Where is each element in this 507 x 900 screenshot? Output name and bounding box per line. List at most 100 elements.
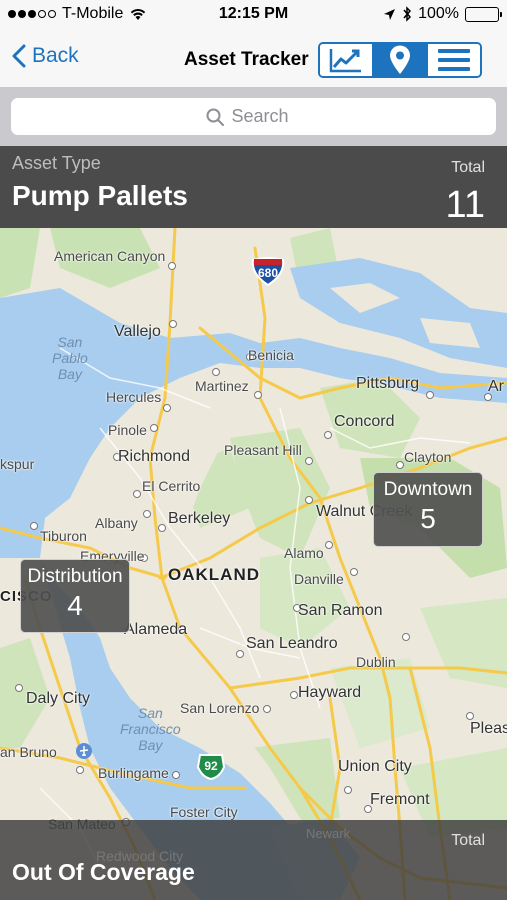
place-label: Daly City [26, 690, 91, 707]
route-92-shield: 92 [196, 752, 226, 785]
map-pin [212, 368, 220, 376]
place-label: Pinole [108, 422, 147, 438]
location-arrow-icon [384, 8, 396, 20]
map-pin [402, 633, 410, 641]
cluster-distribution[interactable]: Distribution 4 [20, 559, 130, 633]
place-label: Richmond [118, 448, 191, 465]
map-pin [263, 705, 271, 713]
cluster-count: 4 [67, 590, 83, 621]
location-pin-icon [390, 45, 410, 74]
place-label: Martinez [195, 378, 249, 394]
place-label: Pleasant Hill [224, 442, 302, 458]
cluster-name: Distribution [27, 566, 123, 587]
place-label: American Canyon [54, 248, 166, 264]
map-pin [305, 457, 313, 465]
place-label: Benicia [248, 347, 294, 363]
water-label-san-pablo-bay: San Pablo Bay [52, 334, 88, 382]
place-label: San Lorenzo [180, 700, 260, 716]
view-segmented-control [318, 42, 482, 78]
map-pin [466, 712, 474, 720]
map-pin [158, 524, 166, 532]
back-button[interactable]: Back [12, 44, 79, 68]
chart-view-segment[interactable] [320, 44, 374, 76]
map-pin [325, 541, 333, 549]
place-label: Fremont [370, 791, 430, 808]
asset-type-header: Asset Type Pump Pallets Total 11 [0, 146, 507, 228]
out-of-coverage-total-label: Total [451, 832, 485, 849]
status-right-group: 100% [383, 5, 502, 23]
map-pin [163, 404, 171, 412]
map-pin [169, 320, 177, 328]
asset-type-label: Asset Type [12, 153, 101, 173]
place-label: Pleasant [470, 720, 507, 737]
cluster-downtown[interactable]: Downtown 5 [373, 472, 483, 547]
place-label: Vallejo [114, 323, 161, 340]
map-pin [254, 391, 262, 399]
list-view-segment[interactable] [426, 44, 480, 76]
airport-icon [76, 743, 92, 759]
place-label: Alameda [124, 621, 188, 638]
place-label: Albany [95, 515, 138, 531]
out-of-coverage-label: Out Of Coverage [12, 859, 195, 885]
place-label: San Ramon [298, 602, 383, 619]
place-label: Foster City [170, 804, 238, 820]
map-pin [426, 391, 434, 399]
shield-number: 92 [204, 759, 218, 773]
place-label: kspur [0, 456, 35, 472]
place-label: Alamo [284, 545, 324, 561]
place-label: El Cerrito [142, 478, 201, 494]
place-label: an Bruno [0, 744, 57, 760]
map-pin [133, 490, 141, 498]
place-label: Pittsburg [356, 375, 420, 392]
place-label: San Leandro [246, 635, 338, 652]
map-pin [350, 568, 358, 576]
search-icon [206, 108, 224, 126]
map-pin [76, 766, 84, 774]
map-pin [324, 431, 332, 439]
asset-map[interactable]: American Canyon Vallejo Benicia Martinez… [0, 228, 507, 900]
map-pin [143, 510, 151, 518]
navigation-bar: Back Asset Tracker [0, 30, 507, 88]
chart-icon [329, 49, 361, 73]
map-pin [172, 771, 180, 779]
map-view-segment[interactable] [374, 44, 426, 76]
place-label: Clayton [404, 449, 452, 465]
battery-percent: 100% [418, 5, 459, 22]
back-label: Back [32, 44, 79, 67]
cluster-count: 5 [420, 503, 436, 534]
place-label: Ar [488, 378, 504, 395]
chevron-left-icon [12, 44, 26, 68]
place-label-oakland: OAKLAND [168, 565, 260, 584]
map-pin [344, 786, 352, 794]
search-field[interactable] [11, 98, 496, 135]
map-pin [30, 522, 38, 530]
search-input[interactable] [231, 106, 302, 127]
map-pin [168, 262, 176, 270]
place-label: Hayward [298, 684, 362, 701]
battery-icon [465, 6, 502, 22]
place-label: Tiburon [40, 528, 87, 544]
out-of-coverage-bar[interactable]: Redwood City Newark Out Of Coverage Tota… [0, 820, 507, 900]
interstate-680-shield: 680 [250, 256, 286, 291]
map-pin [396, 461, 404, 469]
water-label-sf-bay: San Francisco Bay [120, 705, 181, 753]
search-bar-container [0, 88, 507, 146]
place-label: Newark [306, 826, 351, 841]
place-label: Concord [334, 413, 395, 430]
asset-type-value[interactable]: Pump Pallets [12, 180, 188, 212]
total-count: 11 [445, 184, 485, 226]
place-label: Hercules [106, 389, 162, 405]
place-label: Danville [294, 571, 344, 587]
shield-number: 680 [257, 266, 279, 280]
cluster-name: Downtown [383, 479, 473, 500]
page-title: Asset Tracker [184, 49, 309, 70]
place-label: Burlingame [98, 765, 169, 781]
place-label: Berkeley [168, 510, 231, 527]
map-pin [290, 691, 298, 699]
bluetooth-icon [403, 6, 412, 22]
place-label: Dublin [356, 654, 396, 670]
map-pin [150, 424, 158, 432]
menu-icon [438, 49, 470, 71]
total-label: Total [451, 159, 485, 176]
map-pin [305, 496, 313, 504]
